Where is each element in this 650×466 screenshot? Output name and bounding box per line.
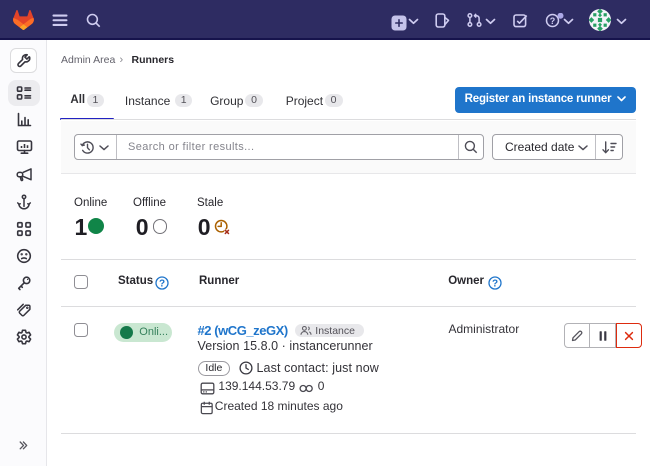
svg-text:?: ? (159, 278, 165, 289)
svg-text:?: ? (492, 278, 498, 289)
svg-text:?: ? (550, 16, 556, 26)
